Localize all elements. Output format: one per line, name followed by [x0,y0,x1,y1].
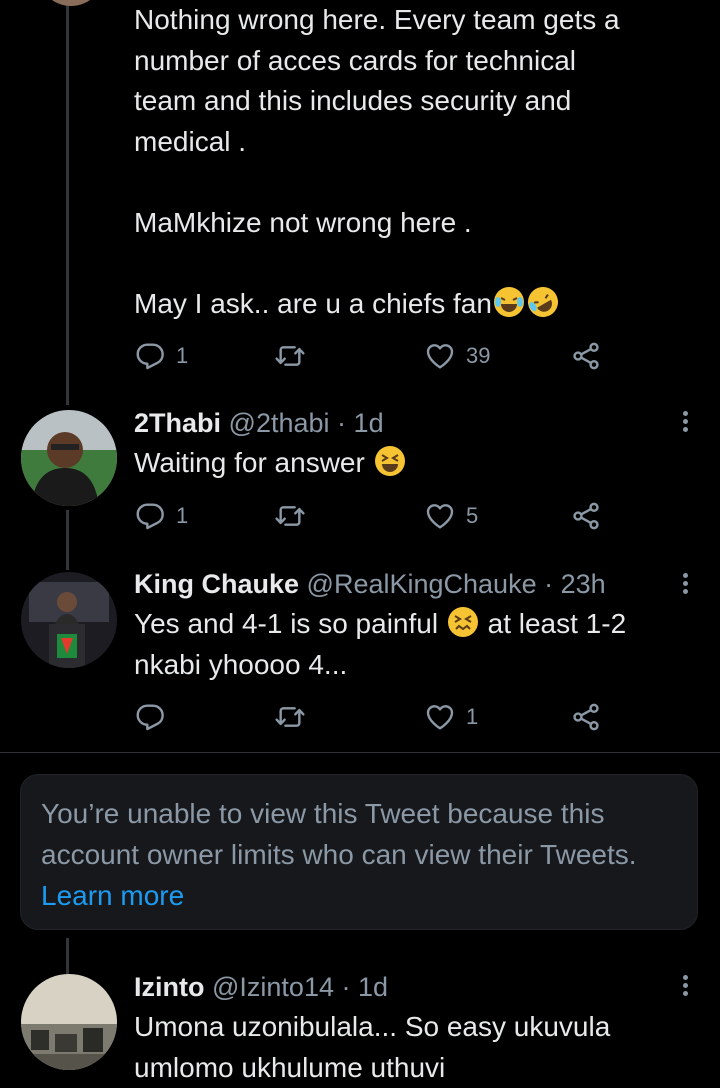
user-handle[interactable]: @RealKingChauke [307,569,537,599]
avatar-image [21,410,117,506]
tweet-header: Izinto @Izinto14 · 1d [134,970,388,1004]
learn-more-link[interactable]: Learn more [41,880,184,911]
separator: · [337,408,347,438]
avatar-image [21,974,117,1070]
retweet-icon [274,701,306,733]
tweet-text: Waiting for answer [134,443,407,484]
tweet-actions: 1 39 [134,336,614,376]
reply-button[interactable]: 1 [134,336,188,376]
reply-icon [134,500,166,532]
confounded-face-emoji-icon [447,607,478,637]
heart-icon [424,701,456,733]
avatar[interactable] [21,572,117,668]
share-icon [570,340,602,372]
retweet-button[interactable] [274,336,316,376]
timestamp[interactable]: 23h [561,569,606,599]
share-button[interactable] [570,697,602,737]
rolling-laughing-emoji-icon [527,286,558,317]
timestamp[interactable]: 1d [358,972,388,1002]
user-handle[interactable]: @2thabi [229,408,330,438]
tweet-text: Umona uzonibulala... So easy ukuvula uml… [134,1011,611,1083]
more-options-icon[interactable] [676,570,694,600]
thread-line [66,0,69,405]
reply-icon [134,340,166,372]
retweet-button[interactable] [274,697,316,737]
tweet-header: 2Thabi @2thabi · 1d [134,406,384,440]
share-icon [570,500,602,532]
heart-icon [424,500,456,532]
user-handle[interactable]: @Izinto14 [212,972,334,1002]
restricted-tweet-notice: You’re unable to view this Tweet because… [20,774,698,930]
notice-text: You’re unable to view this Tweet because… [41,798,637,911]
separator: · [544,569,554,599]
more-options-icon[interactable] [676,972,694,1002]
display-name[interactable]: Izinto [134,972,204,1002]
retweet-icon [274,340,306,372]
share-button[interactable] [570,496,602,536]
avatar-image [21,572,117,668]
retweet-icon [274,500,306,532]
separator: · [341,972,351,1002]
like-button[interactable]: 39 [424,336,490,376]
share-button[interactable] [570,336,602,376]
tweet-header: King Chauke @RealKingChauke · 23h [134,567,606,601]
tweet-actions: 1 5 [134,496,614,536]
reply-icon [134,701,166,733]
display-name[interactable]: King Chauke [134,569,299,599]
share-icon [570,701,602,733]
divider [0,752,720,753]
grinning-squinting-emoji-icon [374,446,405,476]
thread-line [66,938,69,974]
like-button[interactable]: 1 [424,697,478,737]
retweet-button[interactable] [274,496,316,536]
display-name[interactable]: 2Thabi [134,408,221,438]
avatar[interactable] [21,410,117,506]
tweet-text: Yes and 4-1 is so painful at least 1-2 n… [134,607,627,680]
reply-button[interactable] [134,697,176,737]
reply-button[interactable]: 1 [134,496,188,536]
timestamp[interactable]: 1d [354,408,384,438]
more-options-icon[interactable] [676,408,694,438]
avatar[interactable] [21,974,117,1070]
laughing-crying-emoji-icon [493,286,524,317]
like-button[interactable]: 5 [424,496,478,536]
tweet-text: Nothing wrong here. Every team gets a nu… [134,0,694,324]
avatar[interactable] [38,0,104,6]
thread-line [66,510,69,570]
tweet-actions: 1 [134,697,614,737]
heart-icon [424,340,456,372]
